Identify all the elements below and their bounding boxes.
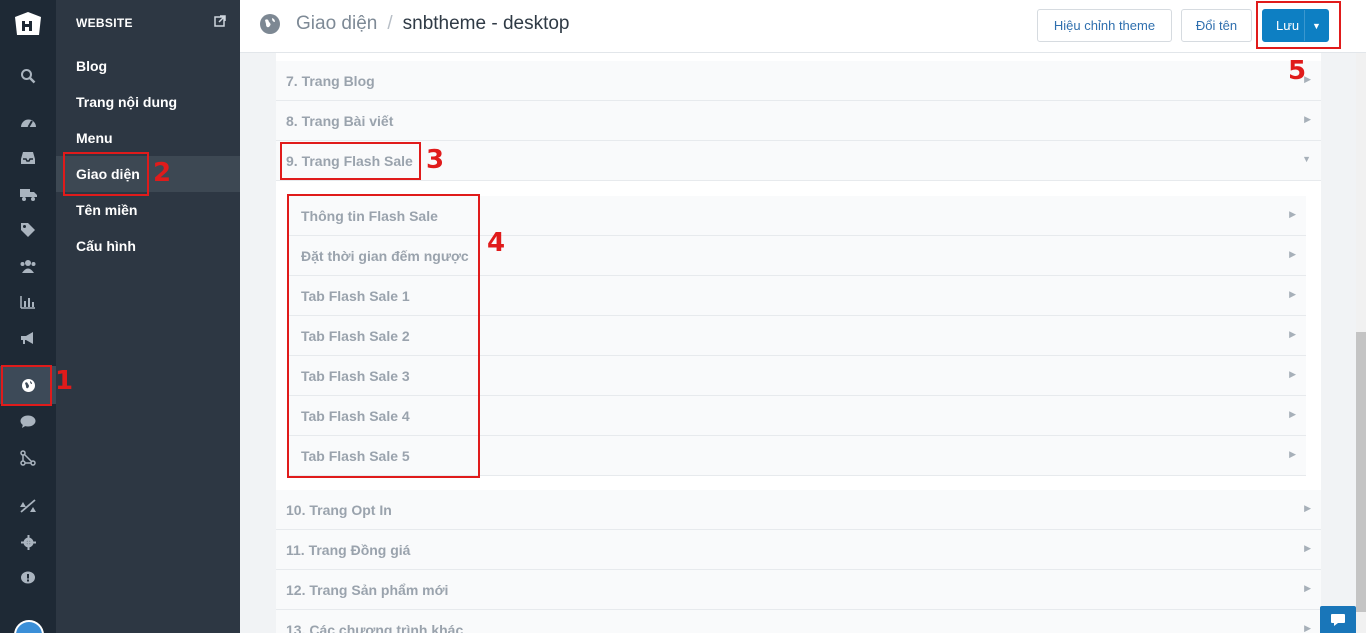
breadcrumb-root[interactable]: Giao diện — [296, 13, 377, 34]
caret-right-icon: ▶ — [1289, 289, 1296, 299]
megaphone-icon[interactable] — [0, 320, 56, 356]
section-label: 13. Các chương trình khác — [286, 622, 464, 633]
submenu-item-menu[interactable]: Menu — [56, 120, 240, 156]
annotation-number: 5 — [1288, 56, 1307, 86]
section-row[interactable]: 12. Trang Sản phẩm mới ▶ — [276, 570, 1321, 610]
top-bar: Giao diện / snbtheme - desktop Hiệu chỉnh … — [240, 0, 1366, 53]
submenu-item-blog[interactable]: Blog — [56, 48, 240, 84]
caret-right-icon: ▶ — [1289, 369, 1296, 379]
caret-right-icon: ▶ — [1289, 329, 1296, 339]
gear-icon[interactable] — [0, 524, 56, 560]
dashboard-icon[interactable] — [0, 104, 56, 140]
section-row[interactable]: 10. Trang Opt In ▶ — [276, 490, 1321, 530]
breadcrumb: Giao diện / snbtheme - desktop — [296, 13, 570, 35]
section-row[interactable]: 11. Trang Đồng giá ▶ — [276, 530, 1321, 570]
section-row[interactable]: 8. Trang Bài viết ▶ — [276, 101, 1321, 141]
caret-right-icon: ▶ — [1289, 249, 1296, 259]
scrollbar-thumb[interactable] — [1356, 332, 1366, 612]
caret-down-icon: ▼ — [1302, 154, 1311, 164]
breadcrumb-current: snbtheme - desktop — [402, 13, 570, 34]
section-label: 10. Trang Opt In — [286, 502, 392, 518]
users-icon[interactable] — [0, 248, 56, 284]
annotation-box — [280, 142, 421, 180]
annotation-number: 1 — [55, 366, 74, 396]
caret-right-icon: ▶ — [1289, 449, 1296, 459]
breadcrumb-separator: / — [387, 13, 393, 34]
rename-button[interactable]: Đổi tên — [1181, 9, 1252, 42]
chart-icon[interactable] — [0, 284, 56, 320]
inbox-icon[interactable] — [0, 140, 56, 176]
globe-icon — [260, 14, 280, 34]
caret-right-icon: ▶ — [1289, 409, 1296, 419]
caret-right-icon: ▶ — [1304, 583, 1311, 593]
annotation-box — [287, 194, 480, 478]
section-label: 8. Trang Bài viết — [286, 113, 394, 129]
annotation-box — [1, 365, 52, 406]
section-row[interactable]: 7. Trang Blog ▶ — [276, 61, 1321, 101]
annotation-box — [1256, 1, 1341, 49]
submenu-heading-label: WEBSITE — [76, 16, 133, 30]
logo-icon[interactable] — [0, 4, 56, 44]
edit-theme-button[interactable]: Hiệu chỉnh theme — [1037, 9, 1172, 42]
annotation-box — [63, 152, 149, 196]
section-label: 11. Trang Đồng giá — [286, 542, 411, 558]
caret-right-icon: ▶ — [1304, 623, 1311, 633]
section-label: 7. Trang Blog — [286, 73, 375, 89]
chat-widget-icon[interactable] — [1320, 606, 1356, 633]
section-label: 12. Trang Sản phẩm mới — [286, 582, 449, 598]
feedback-icon[interactable] — [0, 560, 56, 596]
annotation-number: 4 — [487, 228, 506, 258]
scale-icon[interactable] — [0, 488, 56, 524]
annotation-number: 2 — [153, 158, 172, 188]
website-submenu: WEBSITE Blog Trang nội dung Menu Giao di… — [56, 0, 240, 633]
caret-right-icon: ▶ — [1304, 543, 1311, 553]
truck-icon[interactable] — [0, 176, 56, 212]
icon-rail — [0, 0, 56, 633]
search-icon[interactable] — [0, 58, 56, 94]
share-icon[interactable] — [0, 440, 56, 476]
submenu-heading: WEBSITE — [76, 15, 226, 32]
submenu-item-pages[interactable]: Trang nội dung — [56, 84, 240, 120]
chat-icon[interactable] — [0, 404, 56, 440]
submenu-item-settings[interactable]: Cấu hình — [56, 228, 240, 264]
tag-icon[interactable] — [0, 212, 56, 248]
submenu-item-domains[interactable]: Tên miền — [56, 192, 240, 228]
avatar[interactable] — [14, 620, 44, 633]
caret-right-icon: ▶ — [1304, 114, 1311, 124]
section-row[interactable]: 13. Các chương trình khác ▶ — [276, 610, 1321, 633]
annotation-number: 3 — [426, 145, 445, 175]
external-link-icon[interactable] — [214, 15, 226, 30]
caret-right-icon: ▶ — [1289, 209, 1296, 219]
caret-right-icon: ▶ — [1304, 503, 1311, 513]
